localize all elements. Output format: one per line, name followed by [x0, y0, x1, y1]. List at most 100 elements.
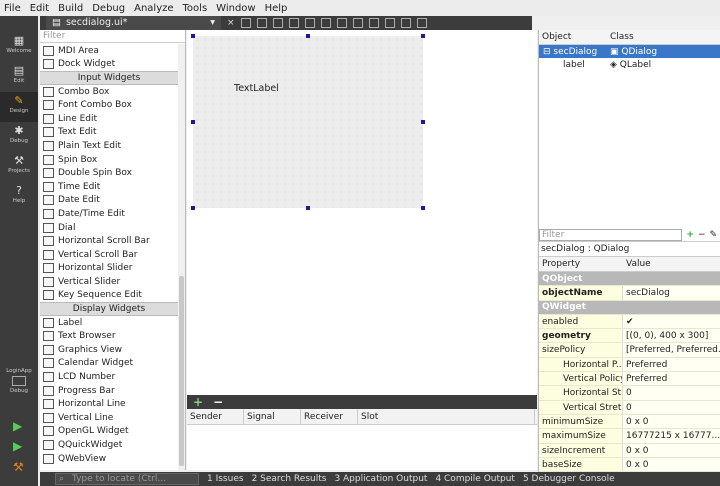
edit-signals-icon[interactable]	[256, 18, 267, 28]
configure-icon[interactable]: ✎	[709, 230, 717, 240]
widget-item[interactable]: Double Spin Box	[40, 166, 178, 180]
property-row[interactable]: enabled ✔	[539, 314, 720, 330]
widget-item[interactable]: Date Edit	[40, 194, 178, 208]
property-value[interactable]: Preferred	[623, 357, 720, 372]
layout-form-icon[interactable]	[368, 18, 379, 28]
adjust-size-icon[interactable]	[416, 18, 427, 28]
menu-help[interactable]: Help	[265, 3, 288, 14]
widget-item[interactable]: Key Sequence Edit	[40, 289, 178, 303]
document-tab[interactable]: ▤ secdialog.ui* ▾	[46, 16, 221, 30]
property-value[interactable]: secDialog	[623, 286, 720, 300]
resize-handle[interactable]	[306, 206, 310, 210]
menu-file[interactable]: File	[4, 3, 21, 14]
widget-item[interactable]: QQuickWidget	[40, 438, 178, 452]
widget-item[interactable]: Text Edit	[40, 126, 178, 140]
remove-property-icon[interactable]: −	[698, 230, 706, 240]
widget-item[interactable]: MDI Area	[40, 44, 178, 58]
widget-item[interactable]: Label	[40, 316, 178, 330]
property-row[interactable]: geometry [(0, 0), 400 x 300]	[539, 329, 720, 344]
signal-column-header[interactable]: Sender	[187, 409, 244, 424]
property-row[interactable]: Horizontal St... 0	[539, 386, 720, 401]
kit-selector[interactable]: LoginApp Debug	[0, 368, 38, 394]
menu-debug[interactable]: Debug	[92, 3, 125, 14]
widget-item[interactable]: Horizontal Scroll Bar	[40, 234, 178, 248]
remove-connection-icon[interactable]: −	[213, 395, 223, 409]
signal-column-header[interactable]: Receiver	[301, 409, 358, 424]
property-value[interactable]: 0	[623, 386, 720, 400]
mode-welcome[interactable]: ▦ Welcome	[0, 32, 38, 62]
menu-window[interactable]: Window	[216, 3, 255, 14]
layout-vertical-icon[interactable]	[320, 18, 331, 28]
mode-debug[interactable]: ✱ Debug	[0, 122, 38, 152]
output-pane-tab[interactable]: 3 Application Output	[334, 474, 427, 484]
signal-column-header[interactable]: Slot	[358, 409, 535, 424]
property-row[interactable]: Vertical Stret...0	[539, 400, 720, 415]
collapse-icon[interactable]: ⊟	[543, 47, 553, 57]
close-document-icon[interactable]: ×	[227, 18, 235, 28]
widget-item[interactable]: LCD Number	[40, 370, 178, 384]
resize-handle[interactable]	[191, 34, 195, 38]
dropdown-icon[interactable]: ▾	[210, 16, 215, 30]
dialog-form[interactable]: TextLabel	[193, 36, 423, 208]
widget-item[interactable]: Text Browser	[40, 329, 178, 343]
resize-handle[interactable]	[421, 120, 425, 124]
layout-splitter-h-icon[interactable]	[336, 18, 347, 28]
property-column-header[interactable]: Property	[539, 257, 623, 271]
object-column-header[interactable]: Object	[539, 30, 607, 44]
widget-item[interactable]: OpenGL Widget	[40, 425, 178, 439]
add-dynamic-property-icon[interactable]: +	[686, 230, 694, 240]
widget-item[interactable]: Horizontal Line	[40, 397, 178, 411]
form-editor-canvas[interactable]: TextLabel	[187, 30, 537, 395]
scrollbar-thumb[interactable]	[179, 276, 184, 466]
widget-item[interactable]: Vertical Line	[40, 411, 178, 425]
property-value[interactable]: 0 x 0	[623, 414, 720, 429]
output-pane-tab[interactable]: 5 Debugger Console	[523, 474, 615, 484]
widget-item[interactable]: Combo Box	[40, 85, 178, 99]
run-icon[interactable]: ▶	[13, 419, 22, 433]
resize-handle[interactable]	[191, 206, 195, 210]
property-row[interactable]: maximumSize 16777215 x 16777...	[539, 429, 720, 444]
build-hammer-icon[interactable]: ⚒	[13, 460, 24, 474]
layout-splitter-v-icon[interactable]	[352, 18, 363, 28]
property-value[interactable]: 0 x 0	[623, 443, 720, 457]
property-value[interactable]: 0	[623, 400, 720, 414]
widget-item[interactable]: Spin Box	[40, 153, 178, 167]
property-row[interactable]: minimumSize 0 x 0	[539, 414, 720, 430]
output-pane-tab[interactable]: 4 Compile Output	[435, 474, 515, 484]
mode-help[interactable]: ? Help	[0, 182, 38, 212]
property-value[interactable]: Preferred	[623, 372, 720, 386]
widget-item[interactable]: Plain Text Edit	[40, 139, 178, 153]
locator-input[interactable]: ⌕ Type to locate (Ctrl...	[55, 473, 199, 485]
debug-run-icon[interactable]: ▶	[13, 439, 22, 453]
property-value[interactable]: ✔	[623, 314, 720, 329]
widget-item[interactable]: Vertical Slider	[40, 275, 178, 289]
mode-edit[interactable]: ▤ Edit	[0, 62, 38, 92]
mode-projects[interactable]: ⚒ Projects	[0, 152, 38, 182]
property-column-header[interactable]: Value	[623, 257, 719, 271]
object-row[interactable]: label ◈ QLabel	[539, 58, 720, 71]
widget-item[interactable]: Time Edit	[40, 180, 178, 194]
property-row[interactable]: objectName secDialog	[539, 286, 720, 301]
break-layout-icon[interactable]	[400, 18, 411, 28]
property-row[interactable]: sizePolicy [Preferred, Preferred...	[539, 343, 720, 358]
signal-slot-table[interactable]: Sender Signal Receiver Slot	[187, 409, 537, 470]
widget-category[interactable]: Input Widgets	[40, 71, 178, 85]
object-column-header[interactable]: Class	[607, 30, 717, 44]
mode-design[interactable]: ✎ Design	[0, 92, 38, 122]
edit-widgets-icon[interactable]	[240, 18, 251, 28]
property-category[interactable]: QObject	[539, 272, 720, 287]
widget-item[interactable]: Line Edit	[40, 112, 178, 126]
property-value[interactable]: 16777215 x 16777...	[623, 429, 720, 443]
output-pane-tab[interactable]: 1 Issues	[207, 474, 244, 484]
widget-item[interactable]: Progress Bar	[40, 384, 178, 398]
property-value[interactable]: [(0, 0), 400 x 300]	[623, 329, 720, 343]
output-pane-tab[interactable]: 2 Search Results	[252, 474, 327, 484]
resize-handle[interactable]	[306, 34, 310, 38]
signal-column-header[interactable]: Signal	[244, 409, 301, 424]
property-row[interactable]: sizeIncrement 0 x 0	[539, 443, 720, 458]
widget-item[interactable]: Date/Time Edit	[40, 207, 178, 221]
widget-filter-input[interactable]: Filter	[40, 30, 185, 43]
add-connection-icon[interactable]: +	[193, 395, 203, 409]
widget-item[interactable]: Calendar Widget	[40, 357, 178, 371]
property-row[interactable]: baseSize 0 x 0	[539, 457, 720, 473]
